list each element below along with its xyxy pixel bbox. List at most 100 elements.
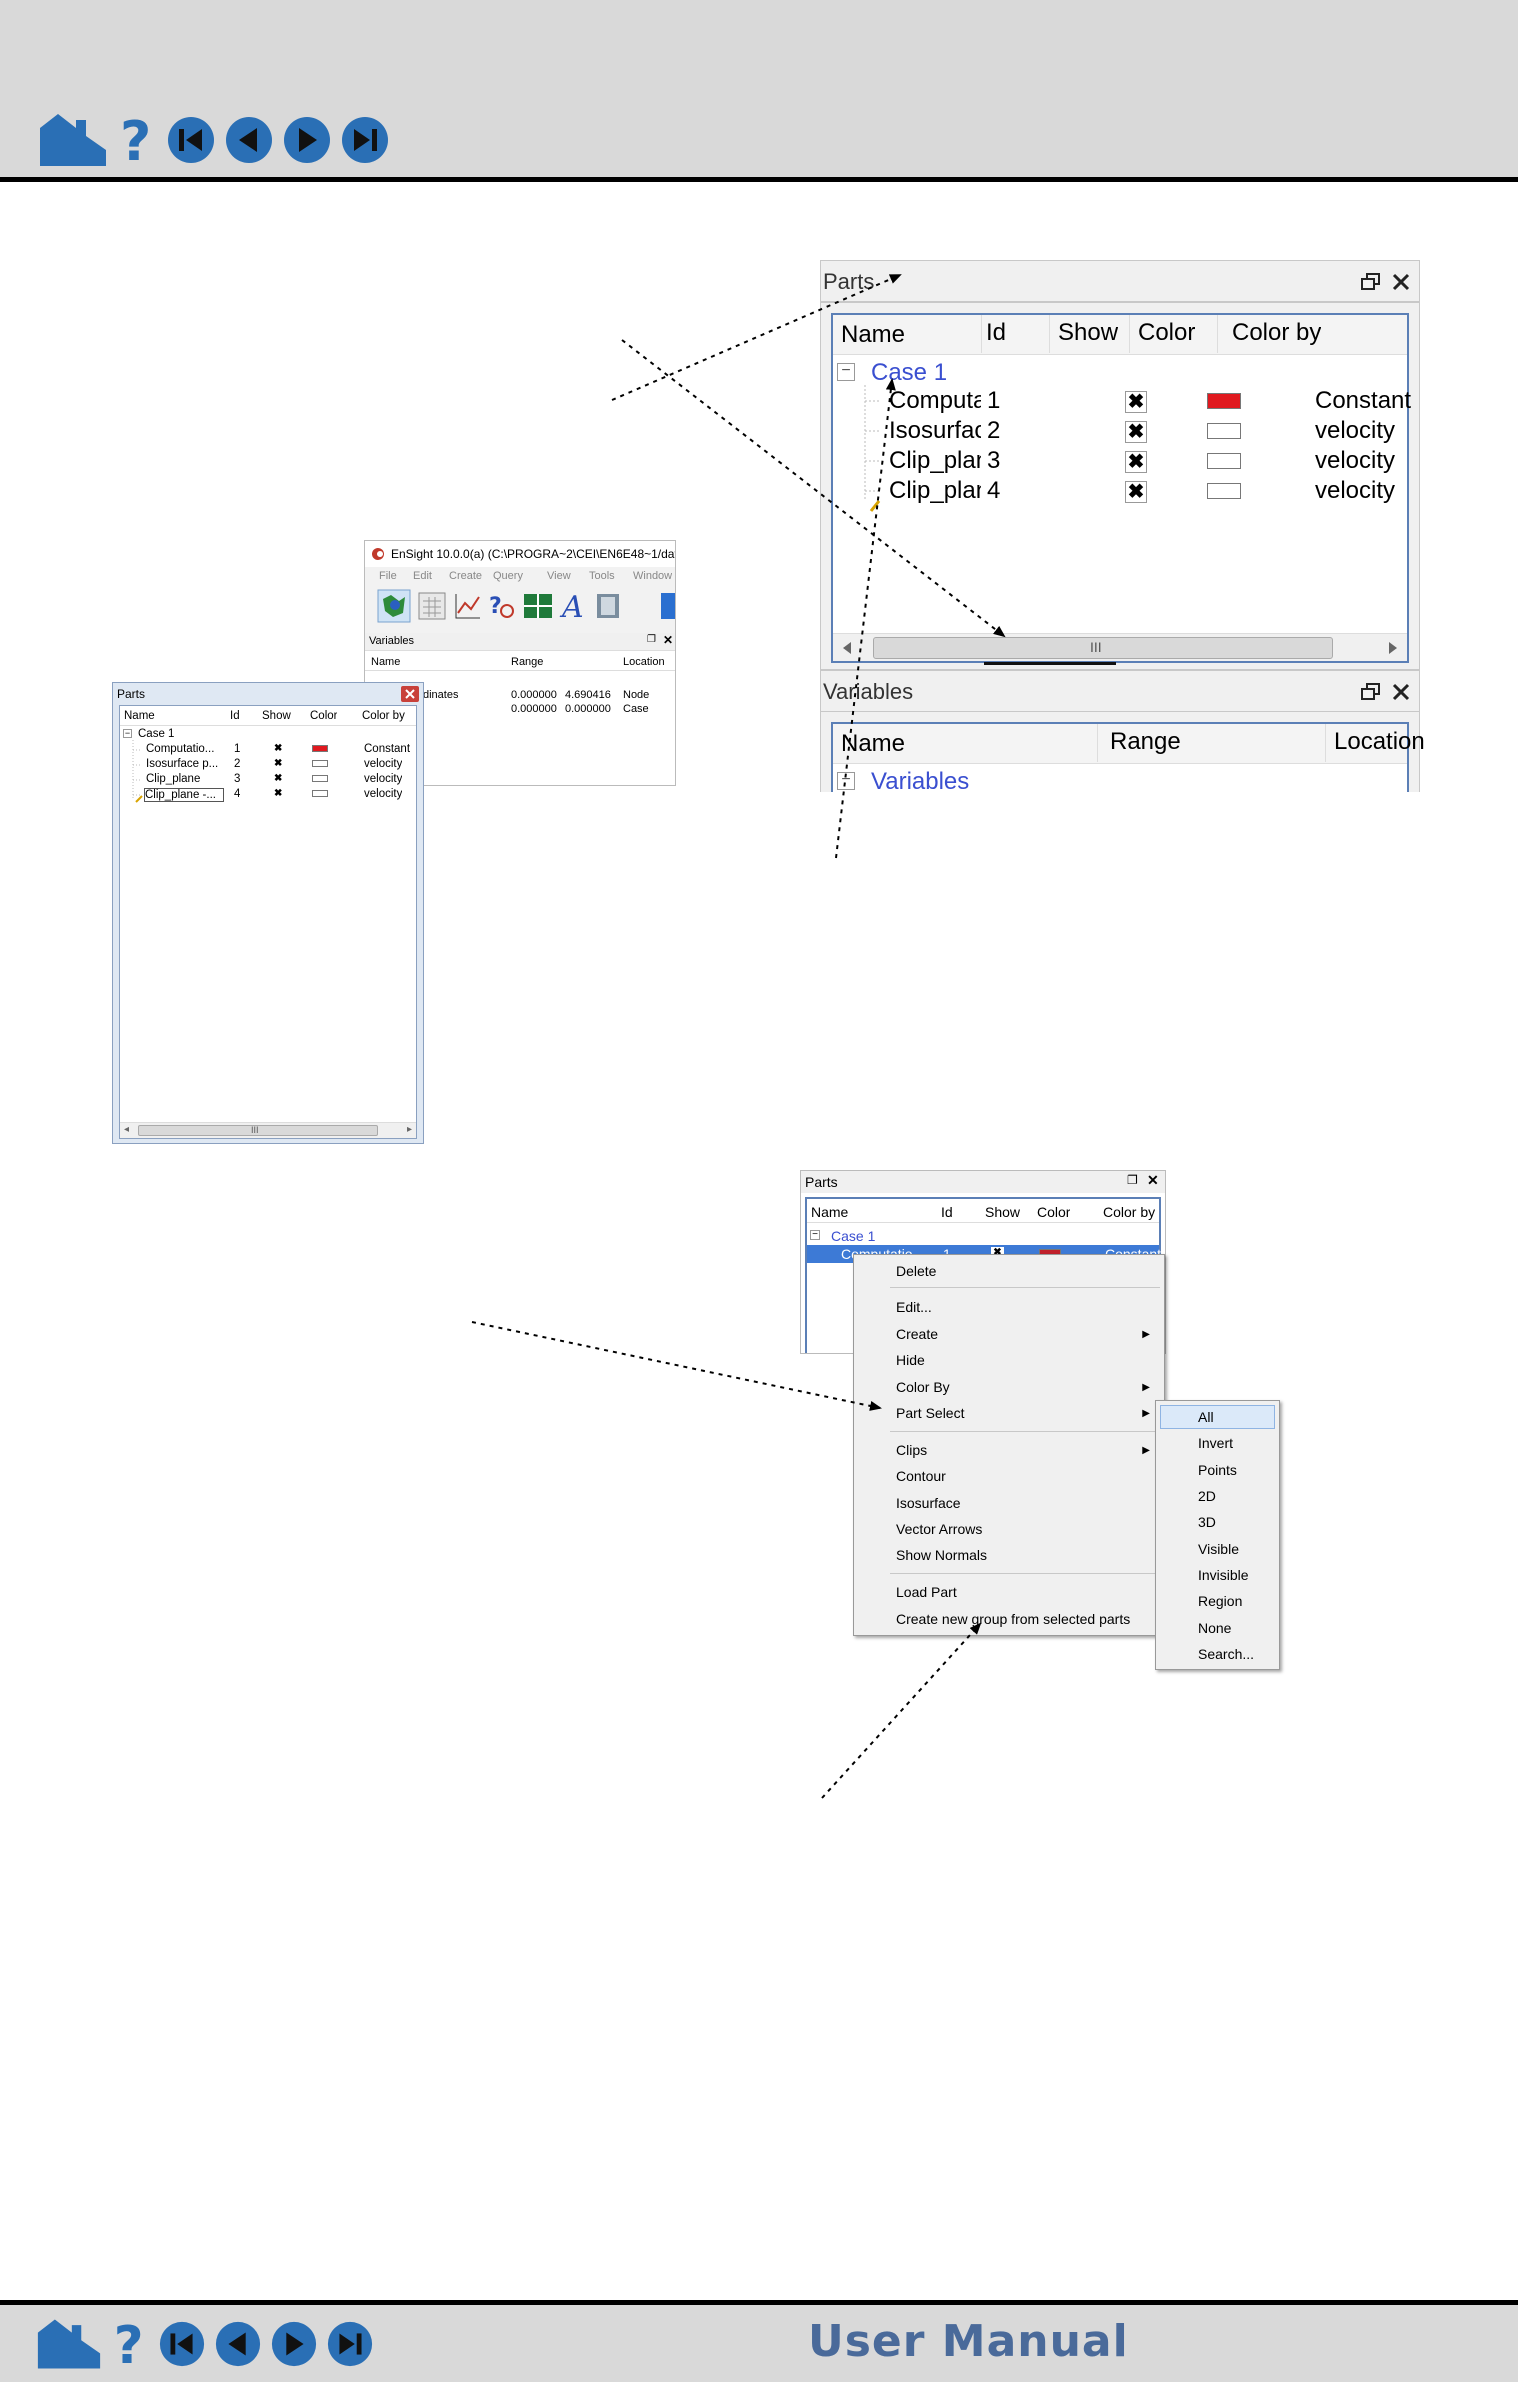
text-annotation-icon[interactable]: A [559, 589, 589, 623]
table-row[interactable]: Clip_plane 3 ✖ velocity [120, 773, 416, 788]
table-row[interactable]: Clip_plane 3 ✖ velocity [833, 447, 1407, 477]
submenu-item-region[interactable]: Region [1198, 1593, 1242, 1609]
horizontal-scrollbar[interactable]: ◂ III ▸ [120, 1122, 416, 1138]
show-checkbox[interactable]: ✖ [1125, 451, 1147, 473]
splitter-line[interactable] [984, 662, 1116, 665]
col-color[interactable]: Color [1037, 1204, 1070, 1220]
tree-group-row[interactable]: − Case 1 [120, 728, 416, 743]
submenu-item-invert[interactable]: Invert [1198, 1435, 1233, 1451]
menu-edit[interactable]: Edit [413, 570, 432, 582]
col-color-by[interactable]: Color by [362, 710, 405, 722]
col-range[interactable]: Range [1097, 724, 1181, 762]
variables-group-label[interactable]: Variables [871, 768, 969, 796]
color-swatch[interactable] [1207, 423, 1241, 439]
close-icon[interactable] [1391, 272, 1411, 292]
previous-page-icon[interactable] [224, 115, 274, 165]
previous-page-icon[interactable] [214, 2320, 262, 2368]
menu-item-isosurface[interactable]: Isosurface [896, 1495, 961, 1511]
show-checkbox[interactable]: ✖ [274, 788, 282, 799]
show-checkbox[interactable]: ✖ [1125, 391, 1147, 413]
color-swatch[interactable] [1207, 393, 1241, 409]
col-show[interactable]: Show [1049, 315, 1118, 353]
menu-create[interactable]: Create [449, 570, 482, 582]
col-name[interactable]: Name [841, 730, 905, 758]
tree-group-row[interactable]: − Variables [833, 766, 1407, 796]
scroll-left-icon[interactable]: ◂ [124, 1124, 129, 1135]
more-tools-icon[interactable] [661, 591, 676, 621]
submenu-item-visible[interactable]: Visible [1198, 1541, 1239, 1557]
first-page-icon[interactable] [166, 115, 216, 165]
col-color[interactable]: Color [310, 710, 337, 722]
submenu-item-invisible[interactable]: Invisible [1198, 1567, 1249, 1583]
col-id[interactable]: Id [981, 315, 1006, 353]
color-swatch[interactable] [312, 775, 328, 782]
show-checkbox[interactable]: ✖ [274, 743, 282, 754]
menu-item-clips[interactable]: Clips [896, 1442, 927, 1458]
col-color-by[interactable]: Color by [1103, 1204, 1155, 1220]
menu-item-vector-arrows[interactable]: Vector Arrows [896, 1521, 982, 1537]
home-icon[interactable] [36, 2317, 102, 2371]
submenu-item-search[interactable]: Search... [1198, 1646, 1254, 1662]
color-swatch[interactable] [1207, 453, 1241, 469]
help-icon[interactable]: ? [116, 112, 158, 168]
tree-group-row[interactable]: − Case 1 [807, 1227, 1159, 1245]
horizontal-scrollbar[interactable]: III [833, 633, 1407, 661]
menu-tools[interactable]: Tools [589, 570, 615, 582]
scroll-thumb[interactable]: III [138, 1125, 378, 1136]
last-page-icon[interactable] [340, 115, 390, 165]
last-page-icon[interactable] [326, 2320, 374, 2368]
parts-tree[interactable]: Name Id Show Color Color by − Case 1 Com… [831, 313, 1411, 663]
col-name[interactable]: Name [371, 656, 400, 668]
scroll-thumb[interactable]: III [873, 637, 1333, 659]
col-name[interactable]: Name [811, 1204, 848, 1220]
help-icon[interactable]: ? [110, 2317, 150, 2371]
close-icon[interactable]: ✕ [663, 633, 673, 647]
part-name-edit[interactable]: Clip_plane -... [144, 788, 224, 802]
menu-item-create[interactable]: Create [896, 1326, 938, 1342]
submenu-item-points[interactable]: Points [1198, 1462, 1237, 1478]
col-id[interactable]: Id [941, 1204, 953, 1220]
menu-item-delete[interactable]: Delete [896, 1263, 936, 1279]
table-row[interactable]: Computatio... 1 ✖ Constant [120, 743, 416, 758]
case-label[interactable]: Case 1 [831, 1228, 875, 1244]
viewport-icon[interactable] [523, 593, 553, 619]
close-icon[interactable]: ✕ [1147, 1172, 1159, 1189]
show-checkbox[interactable]: ✖ [1125, 481, 1147, 503]
menu-view[interactable]: View [547, 570, 571, 582]
query-icon[interactable]: ? [487, 591, 517, 621]
next-page-icon[interactable] [282, 115, 332, 165]
plot-icon[interactable] [453, 591, 483, 621]
variables-tree[interactable]: Name Range Location − Variables [831, 722, 1425, 795]
scroll-right-icon[interactable]: ▸ [407, 1124, 412, 1135]
undock-icon[interactable] [1361, 273, 1381, 291]
home-icon[interactable] [38, 112, 108, 168]
collapse-icon[interactable]: − [810, 1230, 820, 1240]
color-swatch[interactable] [312, 790, 328, 797]
close-icon[interactable] [1391, 682, 1411, 702]
col-color[interactable]: Color [1129, 315, 1195, 353]
parts-tool-icon[interactable] [377, 589, 411, 623]
col-range[interactable]: Range [511, 656, 543, 668]
show-checkbox[interactable]: ✖ [1125, 421, 1147, 443]
next-page-icon[interactable] [270, 2320, 318, 2368]
undock-icon[interactable] [1361, 683, 1381, 701]
submenu-item-3d[interactable]: 3D [1198, 1514, 1216, 1530]
col-id[interactable]: Id [230, 710, 240, 722]
first-page-icon[interactable] [158, 2320, 206, 2368]
color-swatch[interactable] [312, 760, 328, 767]
table-row[interactable]: Isosurface p... 2 ✖ velocity [833, 417, 1407, 447]
menu-window[interactable]: Window [633, 570, 672, 582]
book-icon[interactable] [593, 591, 623, 621]
menu-item-hide[interactable]: Hide [896, 1352, 925, 1368]
menu-item-show-normals[interactable]: Show Normals [896, 1547, 987, 1563]
submenu-item-2d[interactable]: 2D [1198, 1488, 1216, 1504]
menu-file[interactable]: File [379, 570, 397, 582]
color-swatch[interactable] [312, 745, 328, 752]
tree-group-row[interactable]: − Case 1 [833, 357, 1407, 387]
submenu-item-none[interactable]: None [1198, 1620, 1231, 1636]
scroll-left-icon[interactable] [843, 642, 853, 654]
undock-icon[interactable]: ❐ [1127, 1173, 1138, 1187]
undock-icon[interactable]: ❐ [647, 634, 656, 645]
submenu-item-all[interactable]: All [1198, 1409, 1214, 1425]
table-row[interactable]: Clip_plane -... 4 ✖ velocity [833, 477, 1407, 507]
